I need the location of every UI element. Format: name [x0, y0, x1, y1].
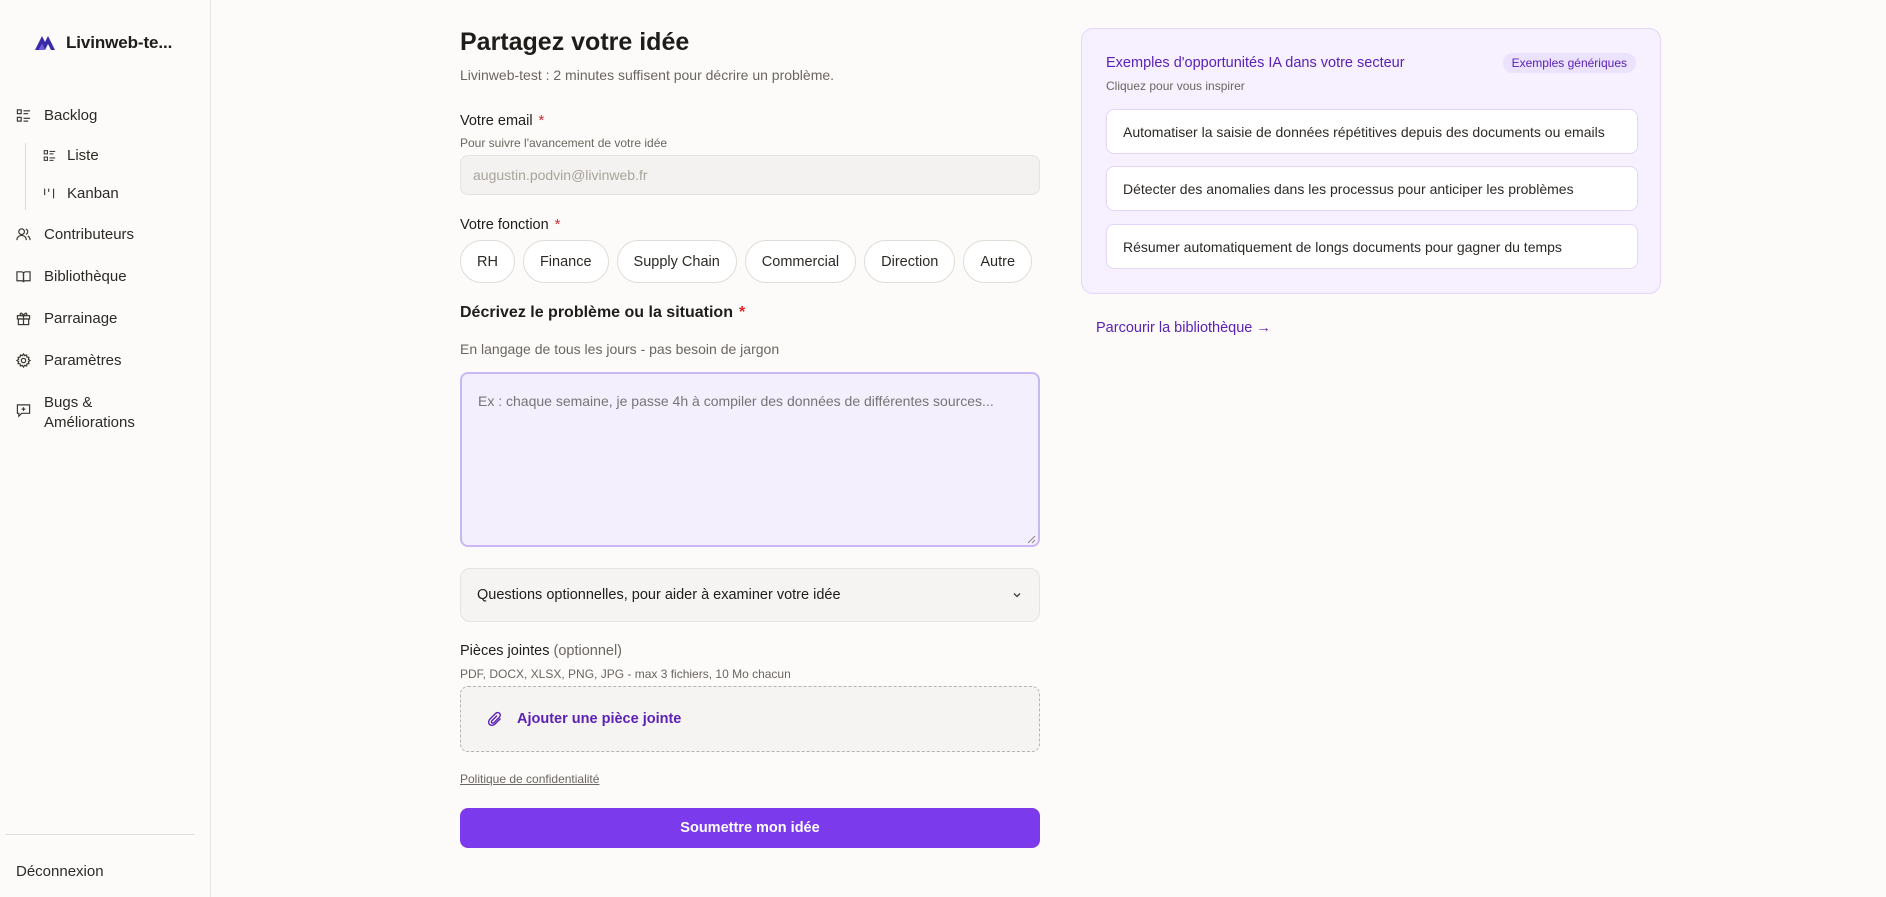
function-chip-commercial[interactable]: Commercial: [744, 240, 857, 283]
examples-panel-title: Exemples d'opportunités IA dans votre se…: [1106, 55, 1405, 71]
sidebar-subnav-line: [25, 143, 26, 210]
email-hint: Pour suivre l'avancement de votre idée: [460, 136, 668, 150]
sidebar-item-label: Bibliothèque: [44, 268, 127, 285]
sidebar-item-label: Bugs &: [44, 394, 93, 411]
sidebar-item-parametres[interactable]: Paramètres: [16, 352, 122, 369]
attachments-hint: PDF, DOCX, XLSX, PNG, JPG - max 3 fichie…: [460, 667, 791, 681]
brand-logo-icon: [34, 35, 56, 51]
accordion-label: Questions optionnelles, pour aider à exa…: [477, 587, 841, 603]
sidebar-item-label: Améliorations: [44, 414, 135, 431]
add-attachment-label: Ajouter une pièce jointe: [517, 711, 682, 727]
sidebar-item-label: Paramètres: [44, 352, 122, 369]
attachments-label: Pièces jointes (optionnel): [460, 643, 622, 659]
email-field[interactable]: [460, 155, 1040, 195]
problem-textarea[interactable]: [460, 372, 1040, 547]
sidebar-item-backlog[interactable]: Backlog: [16, 107, 97, 124]
function-chip-autre[interactable]: Autre: [963, 240, 1033, 283]
kanban-icon: [44, 188, 55, 199]
gear-icon: [16, 353, 31, 368]
browse-library-link[interactable]: Parcourir la bibliothèque →: [1096, 320, 1271, 336]
function-label-text: Votre fonction: [460, 217, 549, 233]
brand[interactable]: Livinweb-te...: [34, 33, 172, 53]
sidebar-item-liste[interactable]: Liste: [43, 147, 99, 164]
examples-badge: Exemples génériques: [1502, 53, 1636, 73]
list-icon: [43, 150, 56, 161]
page-title: Partagez votre idée: [460, 28, 690, 56]
attachments-optional: (optionnel): [553, 643, 623, 659]
paperclip-icon: [487, 711, 501, 727]
function-chip-rh[interactable]: RH: [460, 240, 515, 283]
sidebar-item-contributeurs[interactable]: Contributeurs: [16, 226, 134, 243]
sidebar-item-label: Backlog: [44, 107, 98, 124]
problem-hint: En langage de tous les jours - pas besoi…: [460, 341, 780, 357]
sidebar-divider: [5, 834, 195, 835]
sidebar-item-label: Liste: [67, 147, 99, 164]
gift-icon: [16, 312, 31, 326]
function-chip-finance[interactable]: Finance: [522, 240, 609, 283]
logout-button[interactable]: Déconnexion: [16, 863, 104, 880]
list-icon: [16, 109, 31, 122]
attachment-dropzone[interactable]: Ajouter une pièce jointe: [460, 686, 1040, 752]
sidebar-item-label: Parrainage: [44, 310, 118, 327]
example-card[interactable]: Automatiser la saisie de données répétit…: [1106, 109, 1638, 154]
required-mark: *: [554, 217, 561, 233]
examples-panel: Exemples d'opportunités IA dans votre se…: [1081, 28, 1661, 294]
privacy-link[interactable]: Politique de confidentialité: [460, 772, 599, 786]
problem-label-text: Décrivez le problème ou la situation: [460, 304, 733, 321]
required-mark: *: [738, 304, 746, 321]
sidebar-item-bibliotheque[interactable]: Bibliothèque: [16, 268, 127, 285]
function-chip-direction[interactable]: Direction: [864, 240, 956, 283]
book-icon: [16, 271, 31, 283]
sidebar-item-bugs[interactable]: Bugs & Améliorations: [16, 393, 135, 433]
problem-label: Décrivez le problème ou la situation *: [460, 304, 745, 322]
users-icon: [16, 228, 31, 241]
example-card[interactable]: Détecter des anomalies dans les processu…: [1106, 166, 1638, 211]
optional-questions-accordion[interactable]: Questions optionnelles, pour aider à exa…: [460, 568, 1040, 622]
chevron-down-icon: [1013, 593, 1021, 598]
feedback-icon: [16, 404, 31, 418]
example-card[interactable]: Résumer automatiquement de longs documen…: [1106, 224, 1638, 269]
brand-name: Livinweb-te...: [66, 33, 173, 52]
email-label: Votre email *: [460, 113, 544, 129]
function-chip-supply-chain[interactable]: Supply Chain: [616, 240, 737, 283]
page-subtitle: Livinweb-test : 2 minutes suffisent pour…: [460, 67, 835, 83]
function-label: Votre fonction *: [460, 217, 560, 233]
sidebar-item-parrainage[interactable]: Parrainage: [16, 310, 117, 327]
attachments-label-text: Pièces jointes: [460, 643, 550, 659]
sidebar: Livinweb-te... Backlog Liste Kanban Cont…: [0, 0, 211, 897]
email-label-text: Votre email: [460, 113, 533, 129]
required-mark: *: [538, 113, 545, 129]
sidebar-item-kanban[interactable]: Kanban: [43, 185, 119, 202]
examples-panel-subtitle: Cliquez pour vous inspirer: [1106, 79, 1245, 93]
function-chips: RH Finance Supply Chain Commercial Direc…: [460, 240, 1033, 283]
sidebar-item-label: Kanban: [67, 185, 119, 202]
submit-button[interactable]: Soumettre mon idée: [460, 808, 1040, 848]
resize-grip-icon[interactable]: [1027, 535, 1036, 544]
sidebar-item-label: Contributeurs: [44, 226, 135, 243]
